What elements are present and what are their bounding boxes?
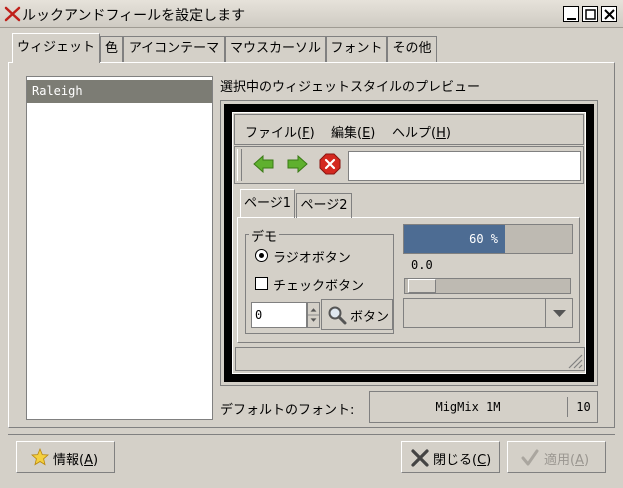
- tab-color[interactable]: 色: [100, 36, 123, 62]
- combo-dropdown-button[interactable]: [545, 299, 572, 327]
- info-button[interactable]: 情報(A): [16, 441, 115, 473]
- check-button[interactable]: [255, 277, 268, 290]
- preview-label: 選択中のウィジェットスタイルのプレビュー: [220, 80, 481, 95]
- spin-arrows-icon[interactable]: [307, 302, 320, 328]
- search-icon: [328, 306, 347, 325]
- maximize-button[interactable]: [582, 6, 598, 22]
- preview-tab-page2[interactable]: ページ2: [296, 193, 352, 218]
- close-icon: [604, 9, 615, 20]
- tab-widget[interactable]: ウィジェット: [12, 33, 100, 63]
- font-separator: [567, 397, 568, 417]
- preview-tab-page1[interactable]: ページ1: [240, 189, 295, 218]
- radio-selected-dot: [259, 253, 264, 258]
- minimize-icon: [567, 18, 576, 20]
- chevron-down-icon: [553, 310, 566, 317]
- theme-list-item-selected[interactable]: Raleigh: [27, 80, 212, 103]
- spin-button-entry[interactable]: 0: [251, 302, 307, 328]
- apply-button[interactable]: 適用(A): [507, 441, 606, 473]
- maximize-icon: [585, 9, 596, 20]
- apply-button-label: 適用(A): [544, 453, 590, 468]
- check-icon: [521, 449, 539, 466]
- menu-help[interactable]: ヘルプ(H): [392, 122, 451, 141]
- close-window-button[interactable]: [601, 6, 617, 22]
- check-label[interactable]: チェックボタン: [273, 275, 364, 294]
- scale-slider-handle[interactable]: [408, 279, 436, 293]
- preview-text-entry[interactable]: [348, 151, 581, 181]
- stop-icon[interactable]: [319, 153, 341, 175]
- star-icon: [31, 448, 49, 466]
- tab-icon-theme[interactable]: アイコンテーマ: [123, 36, 225, 62]
- menu-edit[interactable]: 編集(E): [331, 122, 375, 141]
- preview-status-bar: [235, 347, 585, 371]
- font-name: MigMix 1M: [435, 400, 501, 414]
- back-arrow-icon[interactable]: [252, 153, 276, 175]
- resize-grip-icon[interactable]: [565, 351, 583, 369]
- tab-mouse-cursor[interactable]: マウスカーソル: [225, 36, 326, 62]
- theme-list[interactable]: [26, 76, 213, 420]
- radio-label[interactable]: ラジオボタン: [273, 247, 351, 266]
- forward-arrow-icon[interactable]: [285, 153, 309, 175]
- minimize-button[interactable]: [563, 6, 579, 22]
- demo-frame-label: デモ: [249, 226, 280, 245]
- tab-other[interactable]: その他: [387, 36, 437, 62]
- close-button-label: 閉じる(C): [433, 453, 492, 468]
- toolbar-grip-handle[interactable]: [237, 149, 242, 181]
- progress-text: 60 %: [469, 232, 498, 246]
- menu-file[interactable]: ファイル(F): [245, 122, 315, 141]
- info-button-label: 情報(A): [53, 453, 99, 468]
- default-font-label: デフォルトのフォント:: [220, 403, 355, 418]
- app-x-icon: [4, 6, 21, 22]
- bottom-separator: [8, 434, 615, 435]
- tab-font[interactable]: フォント: [326, 36, 387, 62]
- window-title: ルックアンドフィールを設定します: [22, 8, 246, 24]
- font-size: 10: [576, 400, 591, 414]
- scale-value: 0.0: [411, 258, 433, 272]
- close-x-icon: [411, 449, 429, 467]
- demo-button-label: ボタン: [350, 310, 390, 325]
- close-button[interactable]: 閉じる(C): [401, 441, 500, 473]
